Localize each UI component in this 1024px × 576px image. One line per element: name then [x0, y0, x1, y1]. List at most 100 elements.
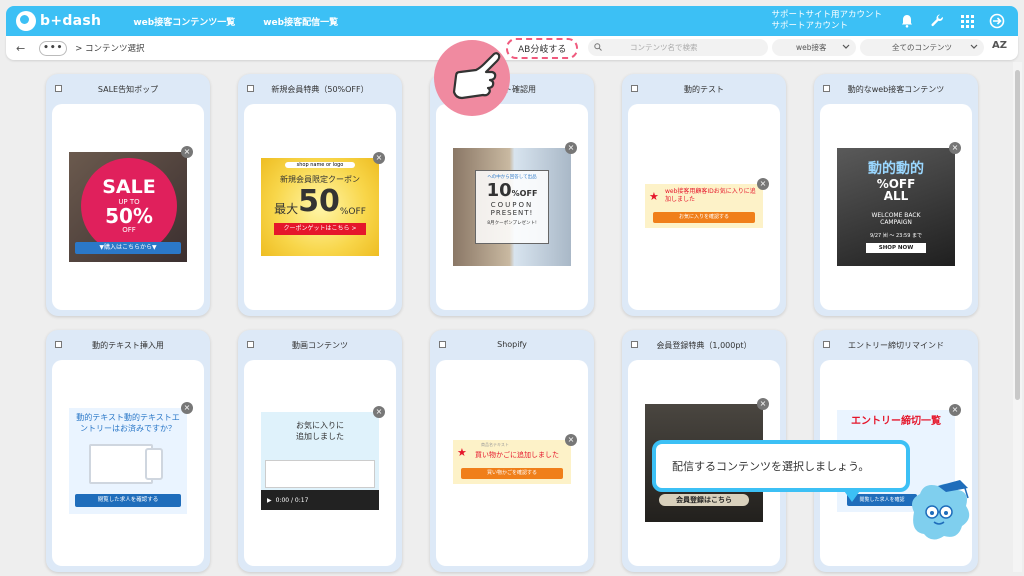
breadcrumb: > コンテンツ選択: [75, 44, 145, 54]
ab-split-button[interactable]: AB分岐する: [506, 38, 579, 59]
content-card[interactable]: 動画コンテンツ お気に入りに 追加しました ▶ 0:00 / 0:17 ×: [238, 330, 402, 572]
search-placeholder: コンテンツ名で検索: [630, 43, 698, 52]
content-card[interactable]: 動的テキスト挿入用 動的テキスト動的テキストエ ントリーはお済みですか？ 閲覧し…: [46, 330, 210, 572]
content-card[interactable]: 新規会員特典（50%OFF） shop name or logo 新規会員限定ク…: [238, 74, 402, 316]
guide-tooltip: 配信するコンテンツを選択しましょう。: [652, 440, 910, 502]
chevron-down-icon: [970, 43, 978, 52]
coupon-word2: PRESENT!: [490, 209, 534, 217]
campaign-label: CAMPAIGN: [880, 219, 912, 226]
shop-now-button: SHOP NOW: [866, 243, 926, 253]
favorite-thumbnail: ★ web接客用顧客IDお気に入りに追加しました お気に入りを確認する: [645, 184, 763, 228]
close-icon[interactable]: ×: [757, 398, 769, 410]
card-preview: shop name or logo 新規会員限定クーポン 最大 50 %OFF …: [244, 104, 396, 310]
star-icon: ★: [457, 446, 467, 459]
back-arrow-icon[interactable]: ←: [16, 42, 25, 55]
close-icon[interactable]: ×: [949, 404, 961, 416]
card-title: 新規会員特典（50%OFF）: [271, 85, 369, 94]
campaign-date: 9/27 ㈬ ～ 23:59 まで: [870, 233, 922, 239]
logo-text: b+dash: [40, 13, 102, 29]
search-input[interactable]: コンテンツ名で検索: [588, 39, 768, 56]
sale-percent-text: 50%: [105, 204, 153, 228]
member-coupon-button: クーポンゲットはこちら >: [274, 223, 366, 235]
bell-icon[interactable]: [898, 12, 916, 30]
nav-content-list[interactable]: web接客コンテンツ一覧: [133, 15, 235, 28]
cart-button: 買い物かごを確認する: [461, 468, 563, 479]
close-icon[interactable]: ×: [181, 146, 193, 158]
content-filter-value: 全てのコンテンツ: [892, 43, 952, 52]
coupon-bottom-text: 8月クーポンプレゼント!: [487, 221, 537, 226]
content-filter-select[interactable]: 全てのコンテンツ: [860, 39, 984, 56]
card-title: 動的なweb接客コンテンツ: [847, 85, 945, 94]
member-shop-logo: shop name or logo: [285, 162, 355, 168]
campaign-thumbnail: 動的動的 %OFF ALL WELCOME BACK CAMPAIGN 9/27…: [837, 148, 955, 266]
content-card[interactable]: SALE告知ポップ SALE UP TO 50% OFF ▼購入はこちらから▼ …: [46, 74, 210, 316]
pointing-hand-icon: [434, 40, 510, 116]
logo-mark-icon: [16, 11, 36, 31]
text-insert-button: 閲覧した求人を確認する: [75, 494, 181, 507]
sort-az-button[interactable]: AZ: [992, 40, 1007, 51]
scrollbar-thumb[interactable]: [1015, 70, 1020, 400]
nav-delivery-list[interactable]: web接客配信一覧: [263, 15, 338, 28]
close-icon[interactable]: ×: [565, 142, 577, 154]
video-time: 0:00 / 0:17: [275, 496, 309, 504]
member-coupon-thumbnail: shop name or logo 新規会員限定クーポン 最大 50 %OFF …: [261, 158, 379, 256]
play-icon[interactable]: ▶: [267, 497, 272, 504]
account-info[interactable]: サポートサイト用アカウント サポートアカウント: [771, 10, 882, 32]
video-line1: お気に入りに: [296, 421, 344, 430]
sale-thumbnail: SALE UP TO 50% OFF ▼購入はこちらから▼: [69, 152, 187, 262]
member-number: 50: [298, 184, 340, 219]
content-card[interactable]: 動的テスト ★ web接客用顧客IDお気に入りに追加しました お気に入りを確認す…: [622, 74, 786, 316]
logout-icon[interactable]: [988, 12, 1006, 30]
close-icon[interactable]: ×: [565, 434, 577, 446]
main-nav: web接客コンテンツ一覧 web接客配信一覧: [133, 15, 366, 28]
campaign-title-3: ALL: [883, 189, 909, 203]
member-off: %OFF: [339, 207, 366, 217]
member-register-button: 会員登録はこちら: [659, 494, 749, 506]
card-title: エントリー締切リマインド: [848, 341, 944, 350]
guide-tooltip-text: 配信するコンテンツを選択しましょう。: [672, 460, 870, 473]
type-filter-value: web接客: [796, 43, 827, 52]
page-scrollbar[interactable]: [1013, 62, 1022, 572]
breadcrumb-more-button[interactable]: •••: [39, 40, 68, 56]
card-preview: 動的テキスト動的テキストエ ントリーはお済みですか？ 閲覧した求人を確認する ×: [52, 360, 204, 566]
account-name: サポートアカウント: [771, 21, 848, 31]
card-preview: SALE UP TO 50% OFF ▼購入はこちらから▼ ×: [52, 104, 204, 310]
coupon-number: 10: [486, 180, 512, 201]
member-max: 最大: [274, 202, 299, 216]
card-preview: ヘの中から回答して出品 10%OFF COUPON PRESENT! 8月クーポ…: [436, 104, 588, 310]
sale-big-text: SALE: [102, 176, 156, 198]
sale-off-text: OFF: [122, 226, 136, 234]
favorite-text: web接客用顧客IDお気に入りに追加しました: [665, 188, 756, 203]
sale-circle: SALE UP TO 50% OFF: [81, 158, 177, 254]
card-preview: ★ web接客用顧客IDお気に入りに追加しました お気に入りを確認する ×: [628, 104, 780, 310]
top-navigation-bar: b+dash web接客コンテンツ一覧 web接客配信一覧 サポートサイト用アカ…: [6, 6, 1018, 36]
close-icon[interactable]: ×: [373, 152, 385, 164]
campaign-title-1: 動的動的: [868, 161, 924, 177]
page: b+dash web接客コンテンツ一覧 web接客配信一覧 サポートサイト用アカ…: [0, 0, 1024, 576]
wrench-icon[interactable]: [928, 12, 946, 30]
type-filter-select[interactable]: web接客: [772, 39, 856, 56]
card-preview: 商品名テキスト ★ 買い物かごに追加しました 買い物かごを確認する ×: [436, 360, 588, 566]
close-icon[interactable]: ×: [181, 402, 193, 414]
coupon-off: %OFF: [511, 189, 538, 198]
cart-thumbnail: 商品名テキスト ★ 買い物かごに追加しました 買い物かごを確認する: [453, 440, 571, 484]
text-insert-line2: ントリーはお済みですか？: [80, 424, 176, 433]
chevron-down-icon: [842, 43, 850, 52]
coupon-thumbnail: ヘの中から回答して出品 10%OFF COUPON PRESENT! 8月クーポ…: [453, 148, 571, 266]
card-preview: 動的動的 %OFF ALL WELCOME BACK CAMPAIGN 9/27…: [820, 104, 972, 310]
close-icon[interactable]: ×: [757, 178, 769, 190]
video-line2: 追加しました: [296, 432, 344, 441]
cart-small-text: 商品名テキスト: [481, 442, 509, 447]
search-icon: [594, 42, 602, 53]
card-title: 動的テキスト挿入用: [92, 341, 164, 350]
close-icon[interactable]: ×: [373, 406, 385, 418]
card-title: 会員登録特典（1,000pt）: [656, 341, 752, 350]
star-icon: ★: [649, 190, 659, 203]
grid-menu-icon[interactable]: [958, 12, 976, 30]
favorite-button: お気に入りを確認する: [653, 212, 755, 223]
content-card[interactable]: 動的なweb接客コンテンツ 動的動的 %OFF ALL WELCOME BACK…: [814, 74, 978, 316]
app-logo[interactable]: b+dash: [16, 11, 101, 31]
close-icon[interactable]: ×: [949, 142, 961, 154]
sale-buy-button: ▼購入はこちらから▼: [75, 242, 181, 254]
content-card[interactable]: Shopify 商品名テキスト ★ 買い物かごに追加しました 買い物かごを確認す…: [430, 330, 594, 572]
